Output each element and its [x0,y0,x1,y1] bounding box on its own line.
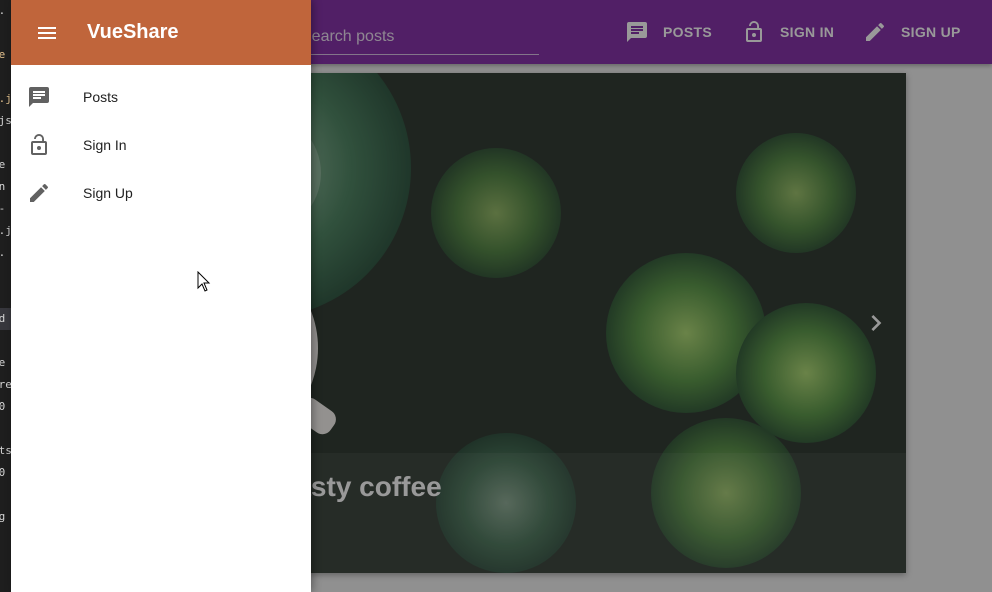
background-editor-strip: e. s ue s s.j .js s re on e- e.j E. od s… [0,0,11,592]
drawer-menu: Posts Sign In Sign Up [11,65,311,217]
editor-line: sts [0,444,11,457]
drawer-item-label: Sign Up [83,185,133,201]
editor-line: s [0,132,11,154]
editor-line: ue [0,48,6,61]
editor-line: 0 [0,484,11,506]
editor-line: rre [0,378,11,391]
editor-line: od [0,308,11,330]
editor-line: E. [0,242,11,264]
drawer-item-label: Posts [83,89,119,105]
editor-line: s [0,22,11,44]
drawer-item-posts[interactable]: Posts [11,73,311,121]
drawer-header: VueShare [11,0,311,65]
editor-line: on [0,180,6,193]
editor-line: e.j [0,224,11,237]
menu-icon [38,26,56,39]
pencil-icon [30,183,49,202]
app-brand-title[interactable]: VueShare [87,21,179,44]
editor-line: e- [0,198,11,220]
editor-line: 0 [0,418,11,440]
editor-line: 00 [0,400,6,413]
editor-line: se [0,356,6,369]
editor-line: e. [0,0,11,22]
chat-icon [29,87,49,107]
mouse-cursor-icon [197,271,211,292]
editor-line: s [0,66,11,88]
editor-line: ng [0,510,6,523]
lock-open-icon [31,134,47,155]
menu-toggle-button[interactable] [35,21,59,45]
drawer-item-label: Sign In [83,137,127,153]
drawer-item-sign-in[interactable]: Sign In [11,121,311,169]
editor-line: .js [0,114,11,127]
editor-line: re [0,158,6,171]
editor-line: 00 [0,466,6,479]
drawer-item-sign-up[interactable]: Sign Up [11,169,311,217]
editor-line: s.j [0,92,11,105]
navigation-drawer: VueShare Posts Sign In Sign Up [11,0,311,592]
